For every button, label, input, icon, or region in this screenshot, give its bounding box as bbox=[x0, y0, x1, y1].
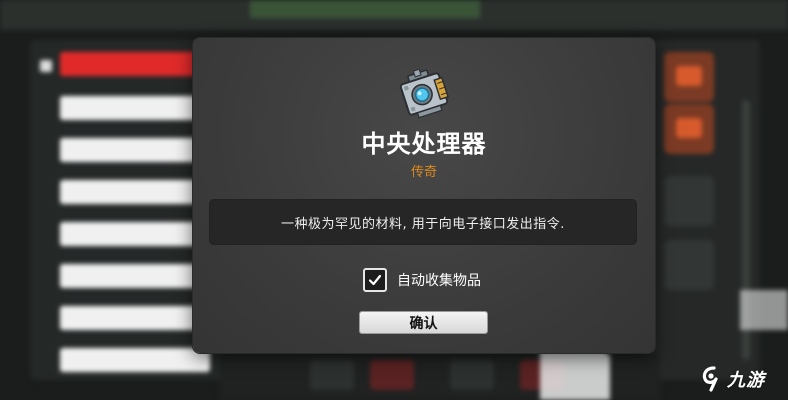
background-list-row bbox=[60, 306, 210, 330]
background-list-row bbox=[60, 222, 210, 246]
auto-collect-checkbox[interactable] bbox=[363, 268, 387, 292]
watermark-text: 九游 bbox=[727, 370, 765, 391]
background-bullet bbox=[40, 60, 52, 72]
background-shape bbox=[740, 290, 788, 330]
auto-collect-toggle[interactable]: 自动收集物品 bbox=[363, 268, 481, 292]
background-list-row bbox=[60, 264, 210, 288]
background-list-row bbox=[60, 138, 210, 162]
background-list-row bbox=[60, 96, 210, 120]
background-slot bbox=[664, 52, 714, 102]
item-description-box: 一种极为罕见的材料, 用于向电子接口发出指令. bbox=[209, 199, 637, 245]
watermark: 九游 bbox=[700, 366, 765, 392]
item-description: 一种极为罕见的材料, 用于向电子接口发出指令. bbox=[281, 216, 565, 232]
cpu-chip-icon bbox=[399, 68, 449, 119]
background-slot bbox=[664, 176, 714, 226]
item-name: 中央处理器 bbox=[361, 130, 487, 158]
background-slot bbox=[664, 104, 714, 154]
checkmark-icon bbox=[368, 274, 382, 286]
background-top-bar bbox=[0, 0, 788, 30]
confirm-button[interactable]: 确认 bbox=[360, 312, 487, 333]
background-slot bbox=[664, 240, 714, 290]
background-list-row bbox=[60, 348, 210, 372]
auto-collect-label: 自动收集物品 bbox=[397, 273, 481, 289]
item-rarity: 传奇 bbox=[410, 165, 437, 180]
jiuyou-logo-icon bbox=[702, 366, 718, 392]
background-list-row-selected bbox=[60, 52, 210, 76]
background-list-row bbox=[60, 180, 210, 204]
item-dialog: 中央处理器 传奇 一种极为罕见的材料, 用于向电子接口发出指令. 自动收集物品 … bbox=[193, 38, 655, 353]
